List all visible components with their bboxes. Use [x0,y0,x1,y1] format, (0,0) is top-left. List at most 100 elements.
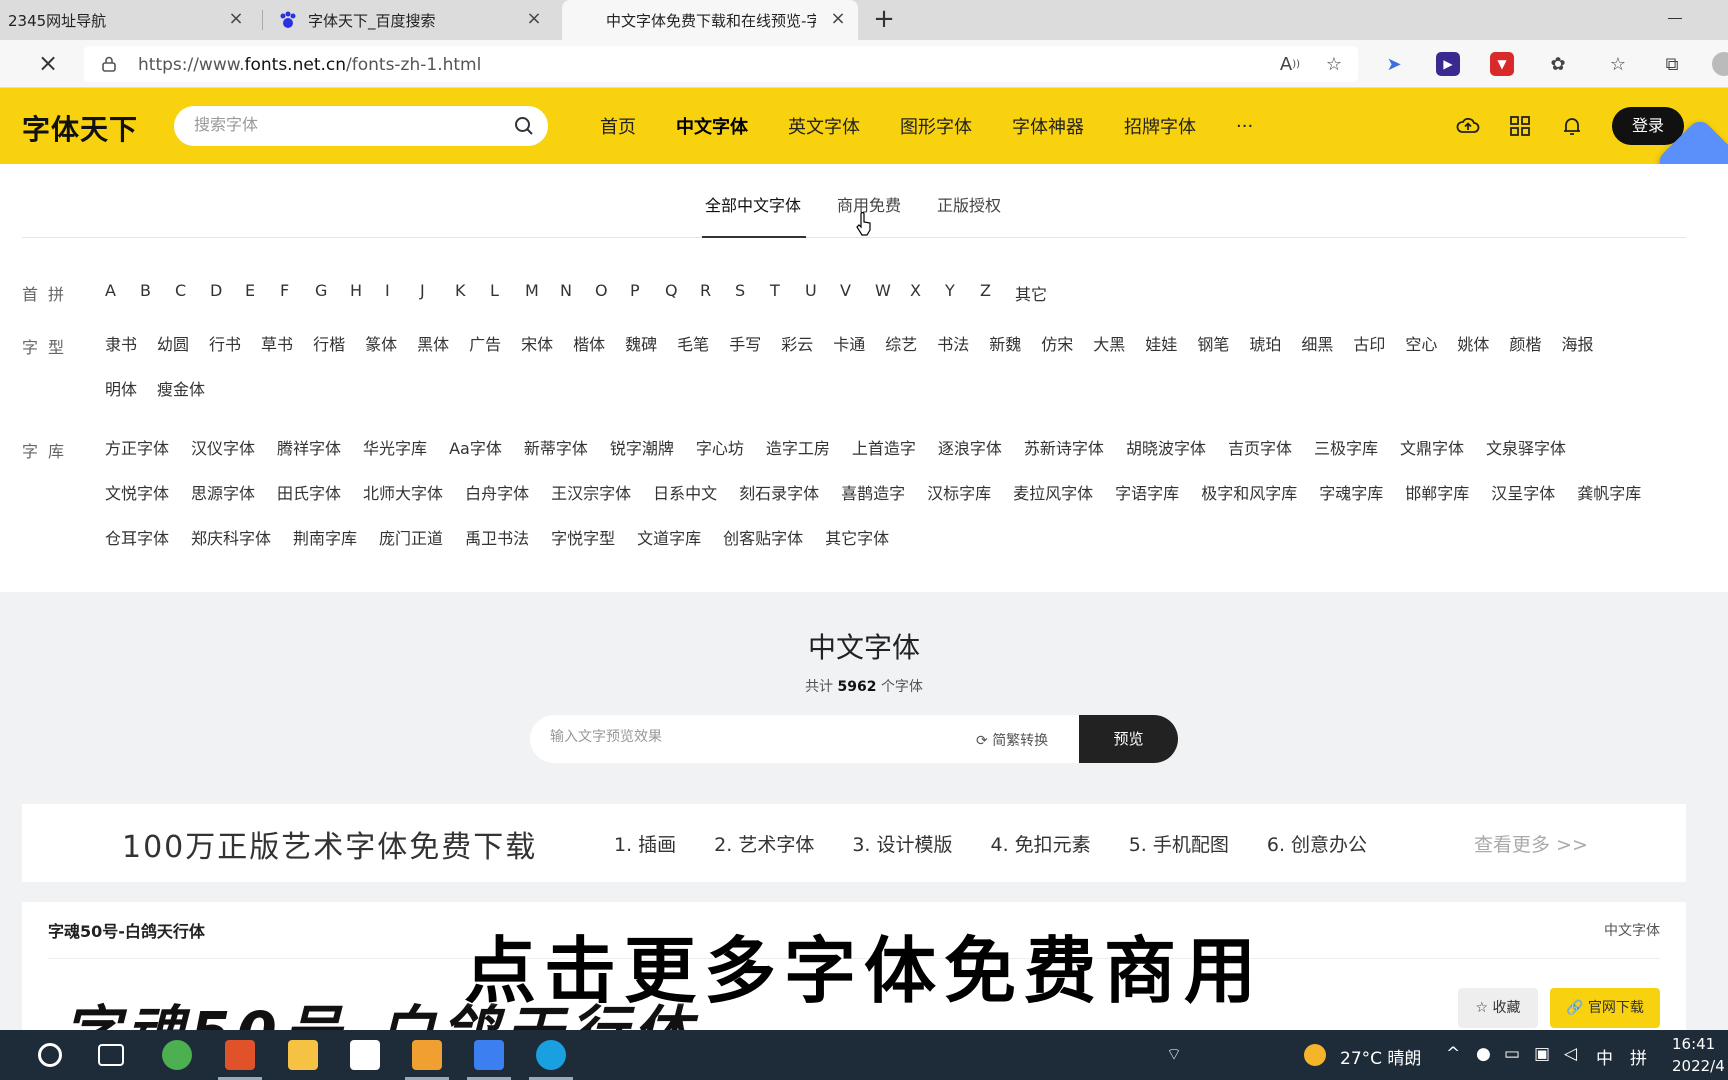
library-filter-item[interactable]: 龚帆字库 [1577,471,1641,516]
browser-360-icon[interactable] [162,1040,192,1070]
close-icon[interactable]: × [830,10,846,28]
nav-chinese-fonts[interactable]: 中文字体 [676,113,748,139]
type-filter-item[interactable]: 细黑 [1301,322,1333,367]
type-filter-item[interactable]: 楷体 [573,322,605,367]
type-filter-item[interactable]: 魏碑 [625,322,657,367]
minimize-icon[interactable] [1668,18,1682,19]
library-filter-item[interactable]: 庞门正道 [379,516,443,561]
pinyin-filter-item[interactable]: P [630,281,665,305]
library-filter-item[interactable]: 华光字库 [363,426,427,471]
presentation-app-icon[interactable] [412,1040,442,1070]
library-filter-item[interactable]: 喜鹊造字 [841,471,905,516]
pinyin-filter-item[interactable]: Z [980,281,1015,305]
pinyin-filter-item[interactable]: Y [945,281,980,305]
type-filter-item[interactable]: 毛笔 [677,322,709,367]
library-filter-item[interactable]: 郑庆科字体 [191,516,271,561]
pinyin-filter-item[interactable]: A [105,281,140,305]
type-filter-item[interactable]: 隶书 [105,322,137,367]
library-filter-item[interactable]: 麦拉风字体 [1013,471,1093,516]
library-filter-item[interactable]: 苏新诗字体 [1024,426,1104,471]
extensions-icon[interactable]: ✿ [1546,52,1570,76]
stop-loading-icon[interactable]: × [36,51,60,76]
library-filter-item[interactable]: 文鼎字体 [1400,426,1464,471]
pinyin-filter-item[interactable]: E [245,281,280,305]
library-filter-item[interactable]: 胡晓波字体 [1126,426,1206,471]
grid-icon[interactable] [1508,114,1532,138]
promo-banner[interactable]: 100万正版艺术字体免费下载 1. 插画 2. 艺术字体 3. 设计模版 4. 免扣元… [22,804,1686,882]
bell-icon[interactable] [1560,114,1584,138]
pinyin-filter-item[interactable]: O [595,281,630,305]
library-filter-item[interactable]: 刻石录字体 [739,471,819,516]
search-icon[interactable] [514,116,534,136]
type-filter-item[interactable]: 广告 [469,322,501,367]
site-logo[interactable]: 字体天下 [22,108,138,148]
nav-home[interactable]: 首页 [600,113,636,139]
colorful-app-icon[interactable] [350,1040,380,1070]
new-tab-icon[interactable]: + [870,6,898,34]
gift-extension-icon[interactable]: ▼ [1490,52,1514,76]
type-filter-item[interactable]: 行书 [209,322,241,367]
url-field[interactable]: https://www.fonts.net.cn/fonts-zh-1.html… [84,46,1358,82]
nav-more[interactable]: ··· [1236,116,1253,137]
preview-text-input[interactable] [550,729,910,745]
type-filter-item[interactable]: 草书 [261,322,293,367]
type-filter-item[interactable]: 明体 [105,367,137,412]
type-filter-item[interactable]: 大黑 [1093,322,1125,367]
type-filter-item[interactable]: 彩云 [781,322,813,367]
video-extension-icon[interactable]: ▶ [1436,52,1460,76]
library-filter-item[interactable]: 禹卫书法 [465,516,529,561]
library-filter-item[interactable]: 其它字体 [825,516,889,561]
library-filter-item[interactable]: 汉仪字体 [191,426,255,471]
type-filter-item[interactable]: 幼圆 [157,322,189,367]
battery-icon[interactable]: ▭ [1504,1044,1520,1064]
pinyin-filter-item[interactable]: X [910,281,945,305]
banner-item[interactable]: 1. 插画 [614,830,676,857]
type-filter-item[interactable]: 书法 [937,322,969,367]
weather-text[interactable]: 27°C 晴朗 [1340,1044,1421,1069]
library-filter-item[interactable]: 白舟字体 [465,471,529,516]
pinyin-filter-item[interactable]: K [455,281,490,305]
clock[interactable]: 16:41 2022/4 [1672,1033,1725,1077]
preview-button[interactable]: 预览 [1079,715,1178,763]
library-filter-item[interactable]: 逐浪字体 [938,426,1002,471]
banner-item[interactable]: 3. 设计模版 [852,830,952,857]
banner-more-link[interactable]: 查看更多 >> [1474,830,1588,857]
pinyin-filter-item[interactable]: S [735,281,770,305]
type-filter-item[interactable]: 黑体 [417,322,449,367]
pinyin-filter-item[interactable]: U [805,281,840,305]
type-filter-item[interactable]: 瘦金体 [157,367,205,412]
pinyin-filter-item[interactable]: Q [665,281,700,305]
pinyin-filter-item[interactable]: C [175,281,210,305]
banner-item[interactable]: 5. 手机配图 [1129,830,1229,857]
volume-icon[interactable]: ◁ [1564,1044,1577,1064]
wifi-icon[interactable]: ⌔ [1166,1044,1182,1065]
library-filter-item[interactable]: 日系中文 [653,471,717,516]
type-filter-item[interactable]: 综艺 [885,322,917,367]
pinyin-filter-item[interactable]: I [385,281,420,305]
task-view-icon[interactable] [98,1044,124,1066]
profile-avatar[interactable] [1712,52,1728,76]
library-filter-item[interactable]: 三极字库 [1314,426,1378,471]
qq-icon[interactable]: ● [1476,1044,1491,1064]
type-filter-item[interactable]: 娃娃 [1145,322,1177,367]
type-filter-item[interactable]: 仿宋 [1041,322,1073,367]
library-filter-item[interactable]: 极字和风字库 [1201,471,1297,516]
bird-extension-icon[interactable]: ➤ [1382,52,1406,76]
bird-app-icon[interactable] [474,1040,504,1070]
library-filter-item[interactable]: 新蒂字体 [524,426,588,471]
pinyin-filter-item[interactable]: R [700,281,735,305]
library-filter-item[interactable]: 思源字体 [191,471,255,516]
pinyin-filter-item[interactable]: V [840,281,875,305]
library-filter-item[interactable]: 创客贴字体 [723,516,803,561]
library-filter-item[interactable]: 吉页字体 [1228,426,1292,471]
search-circle-icon[interactable] [38,1043,62,1067]
library-filter-item[interactable]: 腾祥字体 [277,426,341,471]
tab-fonts-current[interactable]: 中文字体免费下载和在线预览-字 × [562,0,858,40]
pinyin-filter-item[interactable]: D [210,281,245,305]
tab-baidu[interactable]: 字体天下_百度搜索 × [270,0,554,40]
pinyin-filter-item[interactable]: M [525,281,560,305]
lock-icon[interactable] [102,56,116,72]
library-filter-item[interactable]: Aa字体 [449,426,502,471]
type-filter-item[interactable]: 手写 [729,322,761,367]
pinyin-filter-item[interactable]: B [140,281,175,305]
